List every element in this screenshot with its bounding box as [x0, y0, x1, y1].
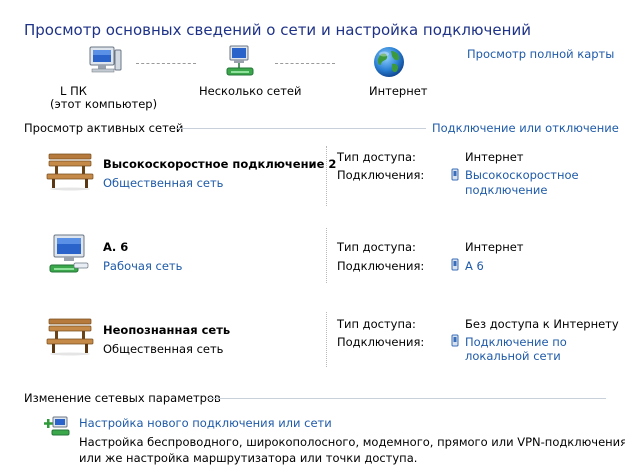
- connection-link-line2[interactable]: подключение: [465, 183, 547, 197]
- setup-connection-link[interactable]: Настройка нового подключения или сети: [79, 416, 332, 430]
- connection-link-line2[interactable]: локальной сети: [465, 349, 561, 363]
- access-type-value: Интернет: [465, 240, 524, 254]
- access-type-value: Без доступа к Интернету: [465, 317, 619, 331]
- page-title: Просмотр основных сведений о сети и наст…: [24, 21, 531, 39]
- networks-label: Несколько сетей: [199, 84, 302, 98]
- access-type-value: Интернет: [465, 150, 524, 164]
- bench-icon: [46, 316, 94, 356]
- network-category-link[interactable]: Общественная сеть: [103, 176, 223, 190]
- setup-description-line2: или же настройка маршрутизатора или точк…: [79, 451, 418, 465]
- computer-label: L ПК: [60, 84, 87, 98]
- full-map-link[interactable]: Просмотр полной карты: [467, 47, 614, 61]
- network-icon[interactable]: [223, 44, 263, 82]
- connect-disconnect-link[interactable]: Подключение или отключение: [432, 121, 619, 135]
- section-divider: [176, 128, 426, 129]
- connections-label: Подключения:: [337, 335, 425, 349]
- section-divider: [208, 398, 606, 399]
- computer-icon[interactable]: [84, 44, 124, 82]
- access-type-label: Тип доступа:: [337, 240, 416, 254]
- connections-label: Подключения:: [337, 259, 425, 273]
- connection-link[interactable]: Подключение по: [465, 335, 567, 349]
- setup-description: Настройка беспроводного, широкополосного…: [79, 435, 625, 449]
- lan-connection-icon: [450, 334, 460, 348]
- vertical-separator: [326, 312, 327, 367]
- connections-label: Подключения:: [337, 168, 425, 182]
- bench-icon: [46, 151, 94, 191]
- vertical-separator: [326, 146, 327, 206]
- connection-link[interactable]: Высокоскоростное: [465, 168, 579, 182]
- active-networks-heading: Просмотр активных сетей: [24, 121, 184, 135]
- network-category: Общественная сеть: [103, 342, 224, 356]
- access-type-label: Тип доступа:: [337, 150, 416, 164]
- internet-label: Интернет: [369, 84, 428, 98]
- work-network-icon: [46, 232, 92, 276]
- computer-sublabel: (этот компьютер): [50, 97, 158, 111]
- network-category-link[interactable]: Рабочая сеть: [103, 259, 182, 273]
- connection-link[interactable]: А 6: [465, 259, 484, 273]
- network-name: Неопознанная сеть: [103, 323, 231, 337]
- network-name: А. 6: [103, 240, 129, 254]
- access-type-label: Тип доступа:: [337, 317, 416, 331]
- dialup-connection-icon: [450, 168, 460, 182]
- new-connection-icon: [44, 415, 70, 437]
- map-connector: [275, 63, 335, 64]
- vertical-separator: [326, 228, 327, 283]
- dialup-connection-icon: [450, 258, 460, 272]
- map-connector: [136, 63, 196, 64]
- network-name: Высокоскоростное подключение 2: [103, 157, 337, 171]
- change-settings-heading: Изменение сетевых параметров: [24, 391, 221, 405]
- globe-icon[interactable]: [372, 45, 408, 81]
